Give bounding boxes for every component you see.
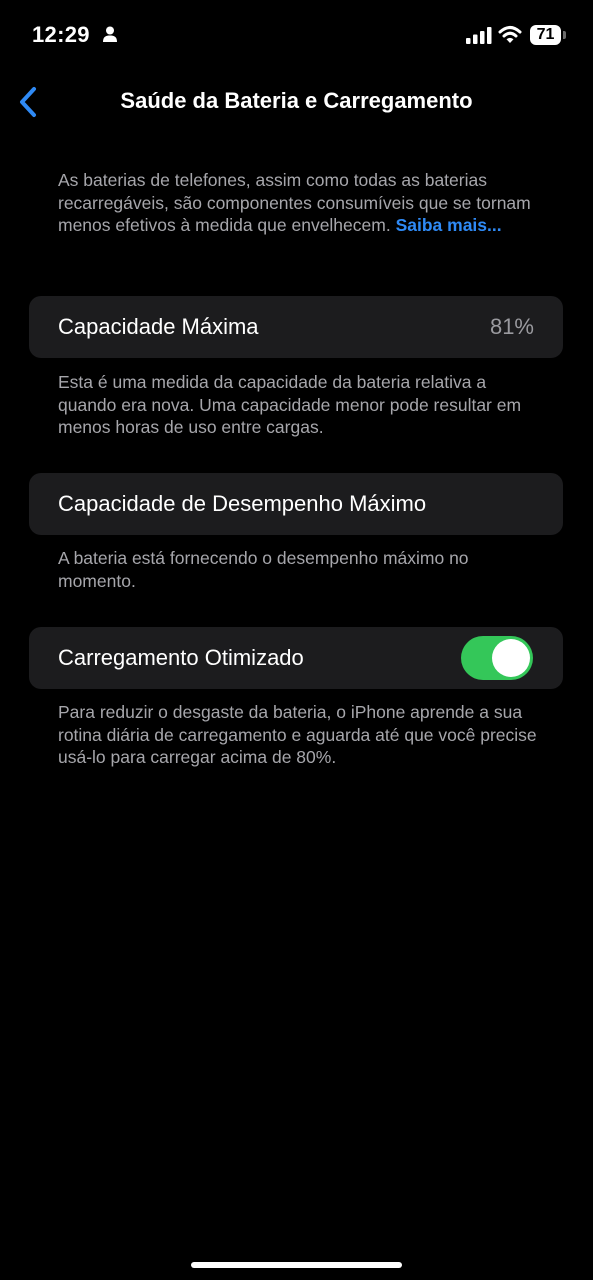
navigation-bar: Saúde da Bateria e Carregamento [0,72,593,130]
battery-icon: 71 [530,25,561,45]
peak-performance-footer: A bateria está fornecendo o desempenho m… [58,548,469,591]
intro-description: As baterias de telefones, assim como tod… [58,169,548,237]
optimized-charging-footer: Para reduzir o desgaste da bateria, o iP… [58,702,537,767]
battery-level: 71 [536,26,555,43]
peak-performance-label: Capacidade de Desempenho Máximo [58,491,427,516]
max-capacity-footer: Esta é uma medida da capacidade da bater… [58,372,522,437]
status-bar: 12:29 71 [0,0,593,72]
optimized-charging-row: Carregamento Otimizado [29,627,563,689]
max-capacity-value: 81% [489,314,534,339]
optimized-charging-toggle[interactable] [461,636,533,680]
battery-cap [563,31,566,39]
person-icon [103,26,117,42]
page-title: Saúde da Bateria e Carregamento [120,88,473,113]
peak-performance-row: Capacidade de Desempenho Máximo [29,473,563,535]
max-capacity-row: Capacidade Máxima 81% [29,296,563,358]
max-capacity-label: Capacidade Máxima [58,314,259,339]
home-indicator[interactable] [191,1262,402,1268]
cellular-signal-icon [466,27,492,44]
status-time: 12:29 [32,22,90,47]
wifi-icon [498,26,522,43]
learn-more-link[interactable]: Saiba mais... [396,215,502,235]
optimized-charging-label: Carregamento Otimizado [58,645,304,670]
toggle-knob [492,639,530,677]
